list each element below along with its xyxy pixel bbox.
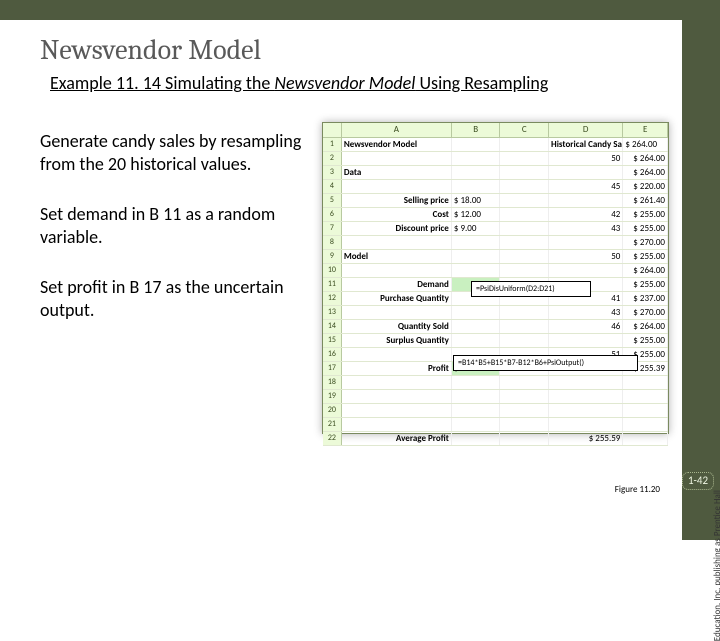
cell-E10: 264.00	[640, 265, 665, 276]
cell-B6: $ 12.00	[452, 208, 501, 221]
col-C: C	[500, 123, 549, 137]
cell-A15: Surplus Quantity	[342, 334, 452, 347]
top-accent-bar	[0, 0, 720, 20]
subtitle-emph: Newsvendor Model	[274, 72, 415, 94]
col-A: A	[342, 123, 452, 137]
cell-E1-s: $	[625, 139, 630, 150]
cell-A1: Newsvendor Model	[342, 138, 452, 151]
figure-label: Figure 11.20	[615, 484, 660, 495]
cell-E6: 255.00	[640, 209, 665, 220]
cell-D1: Historical Candy Sales	[549, 138, 623, 151]
slide-title: Newsvendor Model	[40, 34, 720, 66]
cell-E5: 261.40	[640, 195, 665, 206]
cell-E1: 264.00	[632, 139, 657, 150]
copyright-text: Education, Inc. publishing as Prentice H…	[712, 490, 720, 641]
cell-E11: 255.00	[640, 279, 665, 290]
cell-A9: Model	[342, 250, 452, 263]
cell-A14: Quantity Sold	[342, 320, 452, 333]
right-accent-bar	[682, 0, 720, 540]
cell-D9: 50	[549, 250, 623, 263]
body-text: Generate candy sales by resampling from …	[40, 130, 310, 349]
cell-A5: Selling price	[342, 194, 452, 207]
col-B: B	[452, 123, 501, 137]
cell-E8: 270.00	[640, 237, 665, 248]
spreadsheet-screenshot: A B C D E 1Newsvendor ModelHistorical Ca…	[322, 122, 669, 434]
cell-E17: 255.39	[640, 363, 665, 374]
col-E: E	[623, 123, 668, 137]
page-number: 1-42	[682, 472, 714, 490]
cell-B7: $ 9.00	[452, 222, 501, 235]
para-2: Set demand in B 11 as a random variable.	[40, 203, 310, 248]
para-3: Set profit in B 17 as the uncertain outp…	[40, 276, 310, 321]
col-headers: A B C D E	[323, 123, 668, 138]
cell-B5: $ 18.00	[452, 194, 501, 207]
cell-D14: 46	[549, 320, 623, 333]
cell-A3: Data	[342, 166, 452, 179]
cell-E7: 255.00	[640, 223, 665, 234]
cell-E13: 270.00	[640, 307, 665, 318]
cell-D13: 43	[549, 306, 623, 319]
slide-subtitle: Example 11. 14 Simulating the Newsvendor…	[50, 72, 720, 94]
cell-D7: 43	[549, 222, 623, 235]
cell-D2: 50	[549, 152, 623, 165]
cell-E4: 220.00	[640, 181, 665, 192]
cell-A6: Cost	[342, 208, 452, 221]
subtitle-post: Using Resampling	[415, 72, 548, 94]
cell-D6: 42	[549, 208, 623, 221]
cell-A7: Discount price	[342, 222, 452, 235]
cell-E2: 264.00	[640, 153, 665, 164]
formula-callout-profit: =B14*B5+B15*B7-B12*B6+PsiOutput()	[453, 355, 638, 371]
cell-E12: 237.00	[640, 293, 665, 304]
cell-A11: Demand	[342, 278, 452, 291]
subtitle-pre: Example 11. 14 Simulating the	[50, 72, 274, 94]
cell-E3: 264.00	[640, 167, 665, 178]
cell-E15: 255.00	[640, 335, 665, 346]
para-1: Generate candy sales by resampling from …	[40, 130, 310, 175]
formula-callout-demand: =PsiDisUniform(D2:D21)	[471, 281, 591, 297]
cell-A17: Profit	[342, 362, 452, 375]
cell-D22: $ 255.59	[549, 432, 623, 445]
cell-E9: 255.00	[640, 251, 665, 262]
cell-E14: 264.00	[640, 321, 665, 332]
cell-A12: Purchase Quantity	[342, 292, 452, 305]
cell-A22: Average Profit	[342, 432, 452, 445]
cell-D4: 45	[549, 180, 623, 193]
col-D: D	[549, 123, 623, 137]
cell-E16: 255.00	[640, 349, 665, 360]
